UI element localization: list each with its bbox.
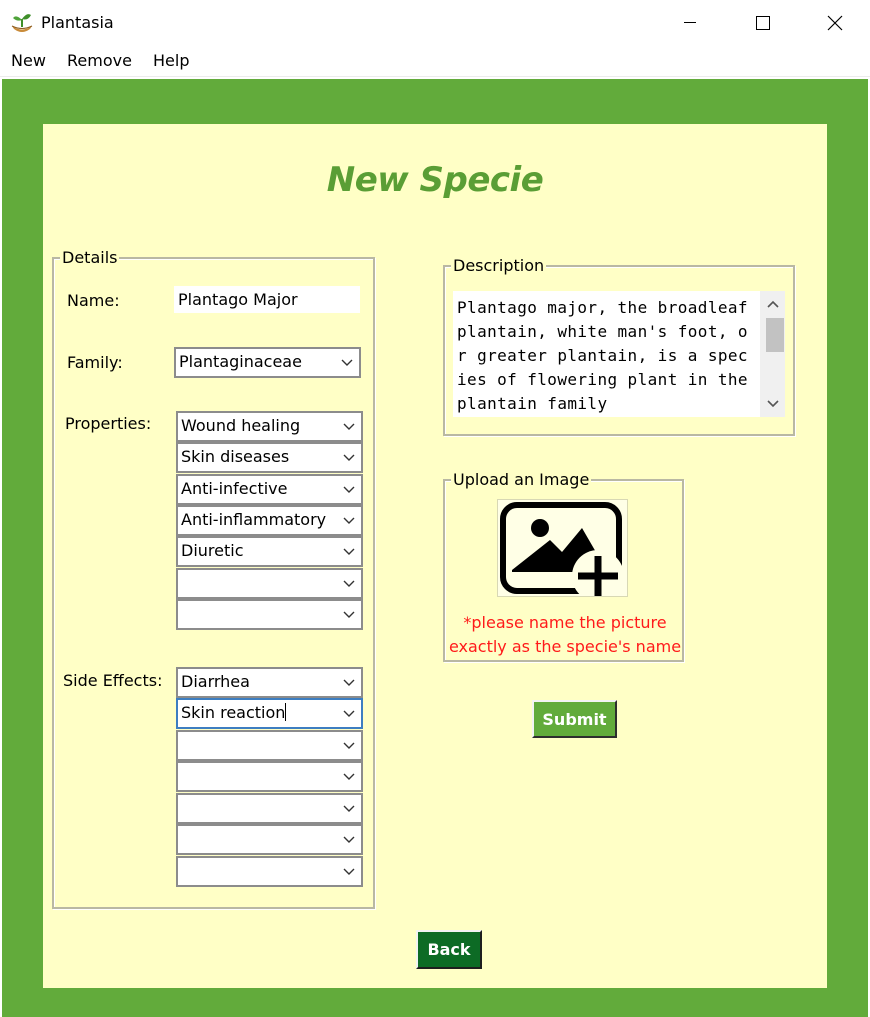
chevron-down-icon: [343, 805, 355, 812]
chevron-down-icon: [343, 742, 355, 749]
chevron-down-icon: [341, 359, 353, 366]
upload-image-button[interactable]: [497, 499, 628, 597]
property-select-3[interactable]: Anti-infective: [176, 474, 363, 505]
description-textarea[interactable]: Plantago major, the broadleaf plantain, …: [453, 291, 785, 417]
side-effect-select-5[interactable]: [176, 793, 363, 824]
family-value: Plantaginaceae: [179, 352, 302, 371]
chevron-down-icon: [343, 836, 355, 843]
family-label: Family:: [67, 353, 123, 372]
chevron-down-icon: [343, 517, 355, 524]
text-cursor: [285, 703, 287, 721]
submit-button[interactable]: Submit: [532, 700, 617, 738]
scroll-down-button[interactable]: [760, 395, 785, 413]
minimize-button[interactable]: [656, 0, 724, 46]
name-input[interactable]: [174, 286, 360, 313]
menu-bar: New Remove Help: [0, 46, 870, 77]
menu-remove[interactable]: Remove: [67, 51, 132, 71]
property-value: Skin diseases: [181, 447, 290, 466]
property-select-1[interactable]: Wound healing: [176, 411, 363, 442]
side-effect-select-1[interactable]: Diarrhea: [176, 667, 363, 698]
plant-sprout-icon: [10, 11, 34, 35]
chevron-down-icon: [343, 679, 355, 686]
scroll-up-button[interactable]: [760, 295, 785, 313]
window-title: Plantasia: [41, 13, 114, 32]
property-select-7[interactable]: [176, 599, 363, 630]
description-legend: Description: [451, 256, 547, 276]
minimize-icon: [684, 22, 696, 23]
chevron-down-icon: [343, 580, 355, 587]
family-select[interactable]: Plantaginaceae: [174, 347, 361, 378]
name-label: Name:: [67, 291, 120, 310]
chevron-down-icon: [343, 548, 355, 555]
side-effect-select-6[interactable]: [176, 824, 363, 855]
property-select-4[interactable]: Anti-inflammatory: [176, 505, 363, 536]
side-effect-select-2[interactable]: Skin reaction: [176, 698, 363, 729]
property-select-2[interactable]: Skin diseases: [176, 442, 363, 473]
maximize-button[interactable]: [729, 0, 797, 46]
property-select-5[interactable]: Diuretic: [176, 536, 363, 567]
back-button[interactable]: Back: [416, 930, 482, 969]
property-value: Diuretic: [181, 541, 244, 560]
details-legend: Details: [60, 248, 120, 268]
properties-label: Properties:: [65, 414, 152, 433]
chevron-down-icon: [343, 710, 355, 717]
chevron-down-icon: [343, 868, 355, 875]
side-effect-value: Skin reaction: [181, 703, 286, 722]
close-button[interactable]: [801, 0, 869, 46]
side-effects-label: Side Effects:: [63, 671, 163, 690]
side-effect-select-7[interactable]: [176, 856, 363, 887]
page-title: New Specie: [326, 160, 544, 200]
description-scrollbar[interactable]: [760, 291, 785, 417]
menu-new[interactable]: New: [11, 51, 46, 71]
side-effect-select-3[interactable]: [176, 730, 363, 761]
property-value: Anti-inflammatory: [181, 510, 327, 529]
chevron-up-icon: [766, 300, 779, 308]
chevron-down-icon: [343, 773, 355, 780]
property-value: Wound healing: [181, 416, 301, 435]
side-effect-select-4[interactable]: [176, 761, 363, 792]
side-effect-value: Diarrhea: [181, 672, 250, 691]
title-bar: Plantasia: [0, 0, 870, 46]
chevron-down-icon: [343, 454, 355, 461]
chevron-down-icon: [343, 423, 355, 430]
image-add-icon: [499, 502, 624, 596]
property-select-6[interactable]: [176, 568, 363, 599]
chevron-down-icon: [343, 611, 355, 618]
description-text: Plantago major, the broadleaf plantain, …: [457, 298, 758, 413]
side-effect-value-wrap: Skin reaction: [181, 700, 339, 726]
close-icon: [827, 15, 843, 31]
property-value: Anti-infective: [181, 479, 288, 498]
maximize-icon: [756, 16, 770, 30]
chevron-down-icon: [766, 400, 779, 408]
upload-note: *please name the picture exactly as the …: [448, 613, 682, 656]
scroll-thumb[interactable]: [766, 318, 784, 352]
menu-help[interactable]: Help: [153, 51, 189, 71]
upload-legend: Upload an Image: [451, 470, 592, 490]
chevron-down-icon: [343, 486, 355, 493]
